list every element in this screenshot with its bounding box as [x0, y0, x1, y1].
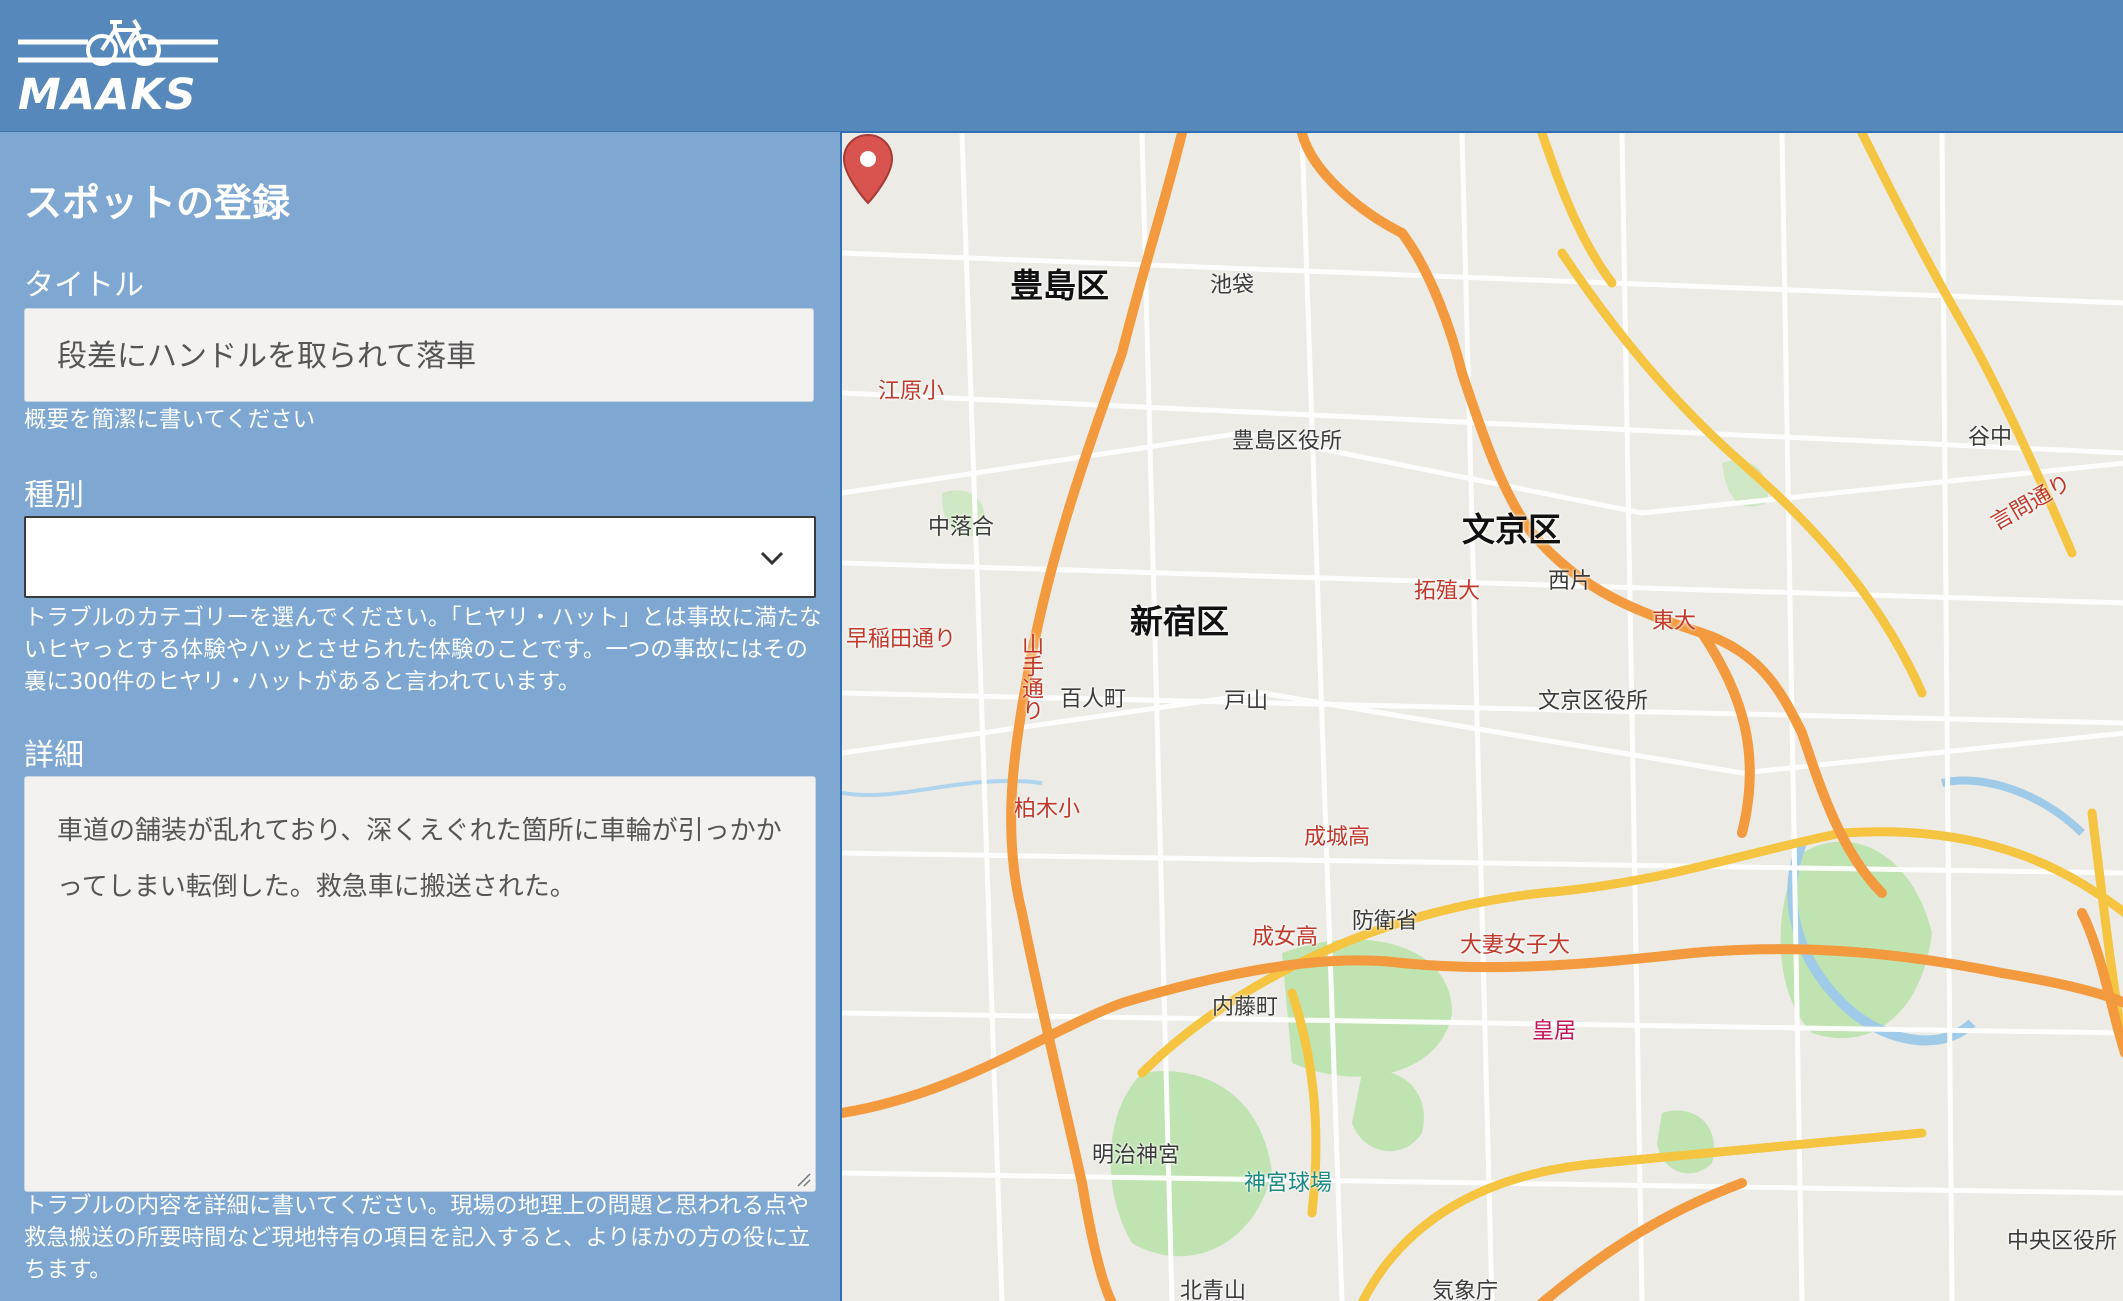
chevron-down-icon: [760, 551, 784, 566]
detail-help: トラブルの内容を詳細に書いてください。現場の地理上の問題と思われる点や救急搬送の…: [24, 1193, 811, 1283]
map-label: 気象庁: [1432, 1279, 1499, 1301]
spot-form-panel: スポットの登録 タイトル 段差にハンドルを取られて落車 概要を簡潔に書いてくださ…: [0, 132, 840, 1301]
map-label: 池袋: [1210, 273, 1255, 298]
app-header: MAAKS: [0, 0, 2123, 132]
map-label: 北青山: [1180, 1279, 1247, 1301]
map-label: 文京区役所: [1538, 689, 1649, 714]
maaks-logo[interactable]: MAAKS: [18, 14, 218, 120]
title-label: タイトル: [24, 268, 144, 303]
map-label: 西片: [1548, 569, 1593, 594]
map-label: 豊島区役所: [1232, 429, 1343, 454]
map-ward-bunkyo: 文京区: [1462, 510, 1561, 549]
location-pin-icon[interactable]: [842, 133, 894, 205]
map-label: 谷中: [1968, 425, 2013, 450]
map-road-label: 山手通り: [1018, 633, 1043, 721]
map-label: 内藤町: [1212, 995, 1279, 1020]
detail-label: 詳細: [24, 738, 84, 773]
map-label: 中落合: [928, 515, 995, 540]
map-label: 大妻女子大: [1460, 933, 1571, 958]
logo-text: MAAKS: [18, 70, 197, 120]
map-label: 江原小: [878, 379, 945, 404]
map-ward-toshima: 豊島区: [1010, 266, 1109, 305]
map-label: 防衛省: [1352, 909, 1419, 934]
type-label: 種別: [24, 478, 84, 513]
map-view[interactable]: 豊島区 文京区 新宿区 池袋 豊島区役所 江原小 中落合 百人町 戸山 柏木小 …: [840, 131, 2123, 1301]
map-label: 神宮球場: [1244, 1171, 1333, 1196]
map-label: 東大: [1652, 609, 1697, 634]
form-title: スポットの登録: [24, 181, 291, 225]
title-help: 概要を簡潔に書いてください: [24, 407, 316, 433]
title-input[interactable]: 段差にハンドルを取られて落車: [24, 308, 814, 402]
map-road-label: 早稲田通り: [846, 627, 957, 652]
map-label: 中央区役所: [2007, 1229, 2118, 1254]
map-label: 成女高: [1252, 925, 1319, 950]
map-label: 明治神宮: [1092, 1143, 1181, 1168]
map-label: 拓殖大: [1414, 579, 1481, 604]
type-select[interactable]: [24, 516, 816, 598]
map-label: 百人町: [1060, 687, 1127, 712]
map-label: 柏木小: [1014, 797, 1081, 822]
type-help: トラブルのカテゴリーを選んでください。「ヒヤリ・ハット」とは事故に満たないヒヤっ…: [24, 605, 822, 695]
map-label: 成城高: [1304, 825, 1371, 850]
resize-handle-icon[interactable]: [796, 1172, 812, 1188]
map-label: 戸山: [1224, 689, 1269, 714]
bicycle-icon: [18, 18, 218, 66]
detail-textarea[interactable]: 車道の舗装が乱れており、深くえぐれた箇所に車輪が引っかかってしまい転倒した。救急…: [24, 776, 816, 1192]
map-label: 皇居: [1532, 1019, 1577, 1044]
map-ward-shinjuku: 新宿区: [1130, 602, 1229, 641]
